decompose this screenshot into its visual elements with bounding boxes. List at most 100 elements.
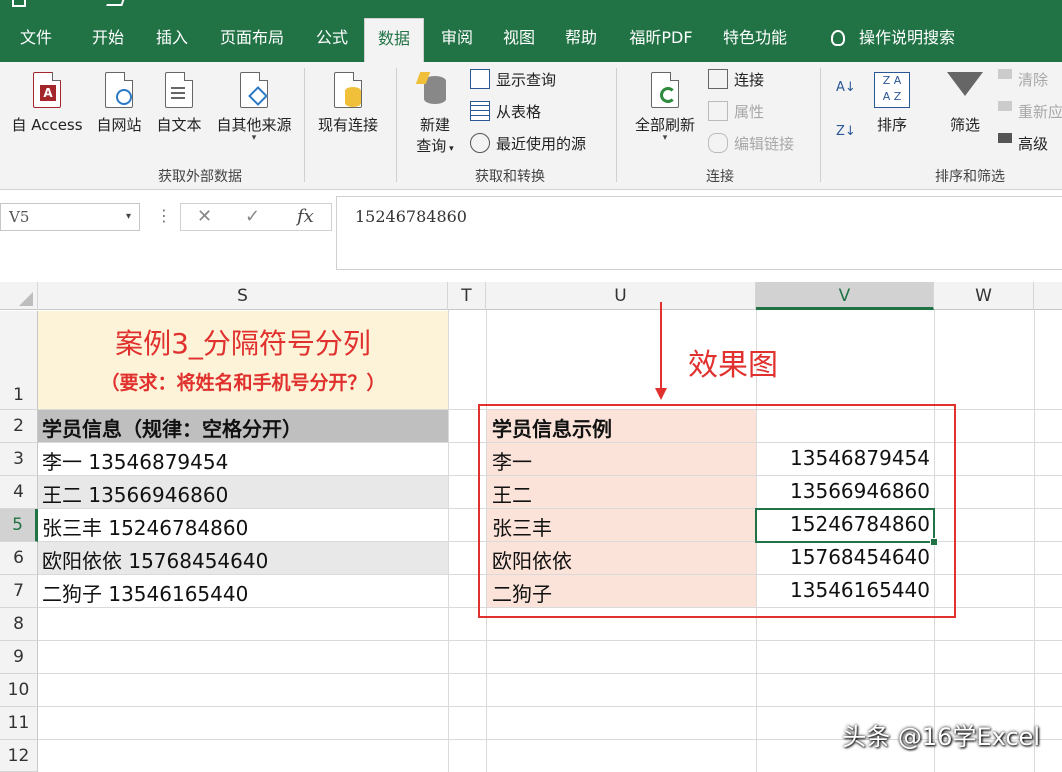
refresh-icon	[651, 72, 679, 108]
lightbulb-icon	[830, 30, 845, 46]
effect-label: 效果图	[688, 348, 778, 383]
column-header-s[interactable]: S	[38, 282, 448, 310]
connections-icon	[708, 69, 728, 89]
ribbon-data: A 自 Access 自网站 自文本 自其他来源 ▾ 现有连接 获取外部数据 新…	[0, 62, 1062, 190]
annotation-red-box	[478, 404, 956, 618]
row-header[interactable]: 8	[0, 608, 38, 641]
existing-connections-icon	[334, 72, 362, 108]
tab-review[interactable]: 审阅	[430, 16, 484, 62]
show-queries-icon	[470, 69, 490, 89]
column-header-t[interactable]: T	[448, 282, 486, 310]
sort-z-to-a-icon[interactable]: Z↓	[836, 120, 860, 144]
connections-button[interactable]: 连接	[708, 68, 764, 92]
reapply-button[interactable]: 重新应用	[998, 100, 1062, 124]
group-label-get-external: 获取外部数据	[158, 169, 242, 185]
from-web-button[interactable]: 自网站	[92, 72, 146, 135]
s-header-cell[interactable]: 学员信息（规律：空格分开）	[42, 413, 302, 442]
filter-button[interactable]: 筛选	[938, 72, 992, 135]
column-header-u[interactable]: U	[486, 282, 756, 310]
other-sources-icon	[240, 72, 268, 108]
worksheet-grid: S T U V W 1 2 3 4 5 6 7 8 9 10 11 12 案例3…	[0, 282, 1062, 772]
row-header[interactable]: 5	[0, 509, 38, 542]
column-header-w[interactable]: W	[934, 282, 1034, 310]
s-data-cell[interactable]: 李一 13546879454	[42, 446, 228, 475]
tab-help[interactable]: 帮助	[554, 16, 608, 62]
from-access-button[interactable]: A 自 Access	[4, 72, 90, 135]
insert-function-icon[interactable]: fx	[297, 206, 314, 227]
s-data-cell[interactable]: 张三丰 15246784860	[42, 512, 248, 541]
row-header[interactable]: 7	[0, 575, 38, 608]
watermark: 头条 @16学Excel	[842, 723, 1040, 751]
enter-icon[interactable]: ✓	[245, 206, 260, 227]
formula-input[interactable]: 15246784860	[336, 196, 1062, 270]
undo-icon[interactable]	[106, 0, 126, 6]
title-bar	[0, 0, 1062, 16]
web-icon	[105, 72, 133, 108]
from-table-button[interactable]: 从表格	[470, 100, 541, 124]
filter-icon	[947, 72, 983, 96]
table-icon	[470, 101, 490, 121]
row-header[interactable]: 6	[0, 542, 38, 575]
s-data-cell[interactable]: 二狗子 13546165440	[42, 578, 248, 607]
group-label-get-transform: 获取和转换	[475, 169, 545, 185]
row-header[interactable]: 2	[0, 410, 38, 443]
from-text-button[interactable]: 自文本	[152, 72, 206, 135]
link-icon	[708, 133, 728, 153]
clock-icon	[470, 133, 490, 153]
tab-home[interactable]: 开始	[80, 16, 136, 62]
recent-sources-button[interactable]: 最近使用的源	[470, 132, 586, 156]
row-header[interactable]: 1	[0, 311, 38, 410]
group-label-sort-filter: 排序和筛选	[935, 169, 1005, 185]
tab-formulas[interactable]: 公式	[304, 16, 360, 62]
sort-a-to-z-icon[interactable]: A↓	[836, 76, 860, 100]
tab-file[interactable]: 文件	[8, 16, 64, 62]
chevron-down-icon[interactable]: ▾	[126, 204, 131, 230]
save-icon[interactable]	[12, 0, 26, 7]
tab-foxit-pdf[interactable]: 福昕PDF	[618, 16, 704, 62]
name-box[interactable]: V5 ▾	[0, 203, 140, 231]
from-other-sources-button[interactable]: 自其他来源 ▾	[208, 72, 300, 143]
tab-view[interactable]: 视图	[492, 16, 546, 62]
row-header[interactable]: 12	[0, 740, 38, 772]
select-all-corner[interactable]	[0, 282, 38, 310]
tab-special-features[interactable]: 特色功能	[712, 16, 798, 62]
tab-insert[interactable]: 插入	[144, 16, 200, 62]
row-header[interactable]: 10	[0, 674, 38, 707]
new-query-button[interactable]: 新建 查询 ▾	[404, 72, 466, 156]
case-title: 案例3_分隔符号分列	[115, 327, 371, 360]
row-header[interactable]: 9	[0, 641, 38, 674]
advanced-filter-icon	[998, 133, 1012, 153]
existing-connections-button[interactable]: 现有连接	[310, 72, 386, 135]
database-icon	[415, 72, 450, 108]
text-file-icon	[165, 72, 193, 108]
sort-button[interactable]: Z AA Z 排序	[866, 72, 918, 135]
column-header-v[interactable]: V	[756, 282, 934, 310]
access-icon: A	[33, 72, 61, 108]
tell-me-search[interactable]: 操作说明搜索	[818, 16, 968, 62]
advanced-filter-button[interactable]: 高级	[998, 132, 1048, 156]
edit-links-button[interactable]: 编辑链接	[708, 132, 794, 156]
refresh-all-button[interactable]: 全部刷新 ▾	[628, 72, 702, 143]
reapply-icon	[998, 101, 1012, 121]
s-data-cell[interactable]: 王二 13566946860	[42, 479, 228, 508]
row-header[interactable]: 11	[0, 707, 38, 740]
formula-bar: V5 ▾ ⋮ ✕ ✓ fx 15246784860	[0, 190, 1062, 270]
case-subtitle: （要求：将姓名和手机号分开？）	[100, 372, 386, 394]
sort-icon: Z AA Z	[874, 72, 910, 108]
formula-buttons: ✕ ✓ fx	[180, 203, 332, 231]
tab-data[interactable]: 数据	[364, 18, 424, 62]
more-icon: ⋮	[156, 206, 172, 225]
ribbon-tab-bar: 文件 开始 插入 页面布局 公式 数据 审阅 视图 帮助 福昕PDF 特色功能 …	[0, 16, 1062, 62]
show-queries-button[interactable]: 显示查询	[470, 68, 556, 92]
s-data-cell[interactable]: 欧阳依依 15768454640	[42, 545, 268, 574]
column-headers: S T U V W	[0, 282, 1062, 310]
row-header[interactable]: 4	[0, 476, 38, 509]
clear-filter-button[interactable]: 清除	[998, 68, 1048, 92]
group-label-connections: 连接	[706, 169, 734, 185]
row-header[interactable]: 3	[0, 443, 38, 476]
clear-filter-icon	[998, 69, 1012, 89]
arrow-down-icon	[655, 388, 667, 400]
cancel-icon[interactable]: ✕	[197, 206, 212, 227]
properties-button[interactable]: 属性	[708, 100, 764, 124]
tab-page-layout[interactable]: 页面布局	[210, 16, 294, 62]
